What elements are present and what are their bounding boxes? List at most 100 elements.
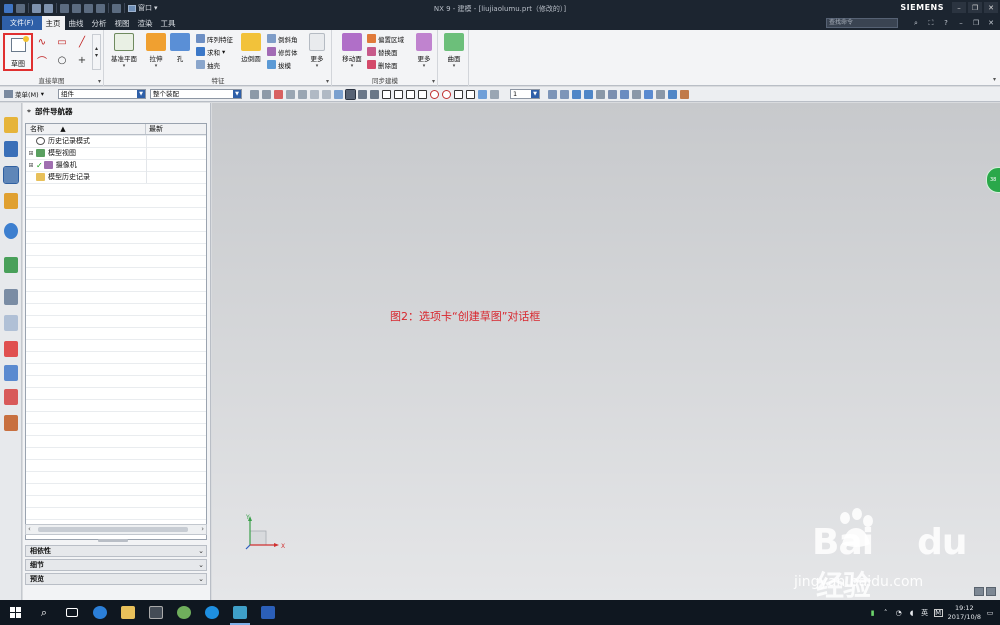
reuse-library-icon[interactable] [4,193,18,209]
window-menu[interactable]: 窗口 ▾ [128,3,158,13]
fit-icon[interactable] [547,89,557,99]
render-style-icon[interactable] [607,89,617,99]
select-feature-icon[interactable] [273,89,283,99]
notifications-icon[interactable]: ▭ [986,609,994,617]
snap-face-icon[interactable] [477,89,487,99]
tab-curve[interactable]: 曲线 [65,16,88,30]
sketch-button[interactable]: 草图 [3,33,33,71]
hole-button[interactable]: 孔 [165,33,195,63]
pattern-feature-button[interactable]: 阵列特征 [196,33,233,44]
panel-details[interactable]: 细节 ⌄ [25,559,207,571]
taskbar-task-view[interactable] [58,600,86,625]
surface-button[interactable]: 曲面 ▾ [439,33,469,69]
graphics-window[interactable]: 图2：选项卡“创建草图”对话框 38 Y X Bai du经验 jingyan.b… [212,103,1000,602]
taskbar-search[interactable]: ⌕ [30,600,58,625]
chevron-up-icon[interactable]: ˄ [882,609,890,617]
assembly-navigator-icon[interactable] [4,117,18,133]
snap-intersect-icon[interactable] [465,89,475,99]
layout-split-icon[interactable] [986,587,996,596]
taskbar-nx[interactable] [226,600,254,625]
close-part-icon[interactable]: ✕ [986,18,996,28]
rectangle-tool-icon[interactable]: ▭ [56,36,68,48]
show-hide-icon[interactable] [333,89,343,99]
paste-icon[interactable] [84,3,93,13]
chevron-down-icon[interactable]: ▾ [326,78,329,85]
search-icon[interactable]: ⌕ [911,18,921,28]
draft-button[interactable]: 拔模 [267,59,291,70]
copy-icon[interactable] [72,3,81,13]
snap-bounded-icon[interactable] [489,89,499,99]
part-navigator-icon[interactable] [3,166,19,184]
process-studio-icon[interactable] [4,289,18,305]
snap-line-icon[interactable] [381,89,391,99]
web-browser-icon[interactable] [4,223,18,239]
circle-tool-icon[interactable]: ○ [56,54,68,66]
taskbar-app-green[interactable] [170,600,198,625]
taskbar-app-blue[interactable] [198,600,226,625]
trim-body-button[interactable]: 修剪体 [267,46,298,57]
command-search-input[interactable]: 查找命令 [826,18,898,28]
pan-icon[interactable] [583,89,593,99]
snap-existing-icon[interactable] [453,89,463,99]
constraint-navigator-icon[interactable] [4,141,18,157]
rotate-icon[interactable] [571,89,581,99]
taskbar-edge[interactable] [86,600,114,625]
close-button[interactable]: ✕ [984,2,998,13]
datum-plane-button[interactable]: 基准平面 ▾ [109,33,139,69]
select-lasso-icon[interactable] [321,89,331,99]
measure-icon[interactable] [679,89,689,99]
scroll-right-icon[interactable]: › [201,525,204,533]
snap-center-icon[interactable] [429,89,439,99]
chevron-down-icon[interactable]: ▾ [98,78,101,85]
wcs-icon[interactable] [655,89,665,99]
system-scenes-icon[interactable] [4,389,18,405]
tab-render[interactable]: 渲染 [134,16,157,30]
taskbar-word[interactable] [254,600,282,625]
ime-mode[interactable]: M [933,608,943,617]
tree-row[interactable]: 历史记录模式 [26,135,206,147]
tab-tools[interactable]: 工具 [157,16,180,30]
restore-button[interactable]: ❐ [968,2,982,13]
snap-end-icon[interactable] [297,89,307,99]
select-box-icon[interactable] [309,89,319,99]
file-menu[interactable]: 文件(F) [2,16,42,30]
fit-window-icon[interactable]: ⛶ [926,18,936,28]
main-menu-button[interactable]: 菜单(M) ▾ [0,89,58,99]
save-icon[interactable] [16,3,25,13]
expand-icon[interactable]: ⊞ [26,150,36,157]
panel-splitter[interactable] [98,539,128,542]
snap-endpoint-icon[interactable] [357,89,367,99]
layout-single-icon[interactable] [974,587,984,596]
camera-view-icon[interactable] [643,89,653,99]
snap-grid-icon[interactable] [344,88,356,100]
performance-badge[interactable]: 38 [986,167,1000,193]
manufacturing-wizard-icon[interactable] [4,315,18,331]
feature-more-button[interactable]: 更多 ▾ [304,33,330,69]
unite-button[interactable]: 求和 ▾ [196,46,225,57]
chevron-down-icon[interactable]: ▾ [432,78,435,85]
tab-view[interactable]: 视图 [111,16,134,30]
history-icon[interactable] [4,257,18,273]
snap-perpendicular-icon[interactable] [417,89,427,99]
expand-icon[interactable]: ⊞ [26,162,36,169]
sync-more-button[interactable]: 更多 ▾ [411,33,437,69]
column-header-name[interactable]: 名称 ▲ [26,124,146,134]
move-face-button[interactable]: 移动面 ▾ [337,33,367,69]
cut-icon[interactable] [60,3,69,13]
snap-tangent-icon[interactable] [393,89,403,99]
delete-icon[interactable] [96,3,105,13]
zoom-icon[interactable] [559,89,569,99]
snap-midpoint-icon[interactable] [369,89,379,99]
show-hide-view-icon[interactable] [631,89,641,99]
filter-icon[interactable] [249,89,259,99]
roles-icon[interactable] [4,365,18,381]
fillet-tool-icon[interactable]: ⌒ [36,54,48,68]
panel-preview[interactable]: 预览 ⌄ [25,573,207,585]
volume-icon[interactable]: ◖ [908,609,916,617]
checkmark-icon[interactable]: ✓ [36,161,43,170]
chamfer-button[interactable]: 倒斜角 [267,33,298,44]
start-button[interactable] [0,600,30,625]
select-all-icon[interactable] [261,89,271,99]
snap-quadrant-icon[interactable] [441,89,451,99]
palette-icon[interactable] [4,341,18,357]
